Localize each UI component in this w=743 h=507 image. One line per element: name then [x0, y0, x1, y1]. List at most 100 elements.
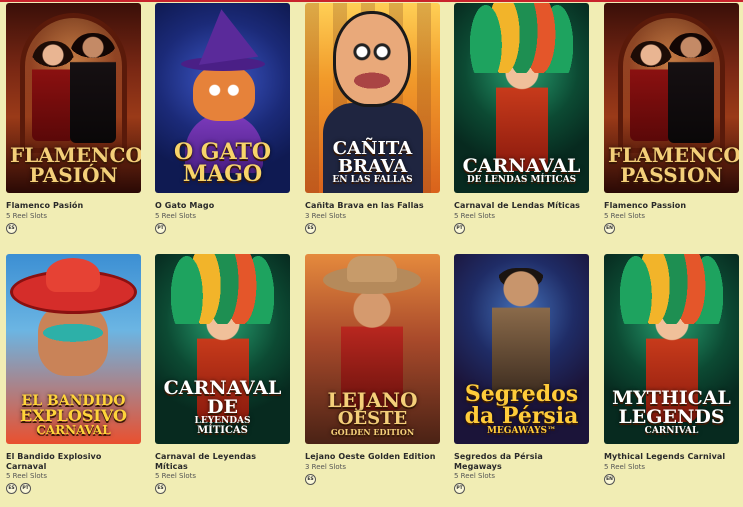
game-type: 5 Reel Slots [604, 462, 646, 471]
game-logo-line: DE LENDAS MÍTICAS [466, 175, 577, 185]
game-title[interactable]: Mythical Legends Carnival [604, 452, 739, 462]
game-logo-line: O GATO [173, 139, 271, 165]
game-logo-line: GOLDEN EDITION [330, 427, 415, 437]
game-thumbnail[interactable]: MYTHICAL LEGENDS CARNIVAL [604, 254, 739, 444]
language-badge: PT [20, 483, 31, 494]
game-logo-line: Segredos [464, 381, 579, 407]
game-card[interactable]: O GATO MAGO O Gato Mago 5 Reel Slots PT [155, 3, 290, 234]
game-card[interactable]: MYTHICAL LEGENDS CARNIVAL Mythical Legends… [604, 254, 739, 485]
game-thumbnail[interactable]: FLAMENCO PASIÓN [6, 3, 141, 193]
game-title[interactable]: Flamenco Passion [604, 201, 739, 211]
game-type: 3 Reel Slots [305, 211, 347, 220]
game-logo-line: FLAMENCO [608, 143, 739, 167]
game-logo-line: da Pérsia [464, 403, 579, 429]
game-type: 5 Reel Slots [6, 211, 48, 220]
game-meta: Carnaval de Leyendas Míticas 5 Reel Slots… [155, 444, 290, 494]
game-thumbnail[interactable]: Segredos da Pérsia MEGAWAYS™ [454, 254, 589, 444]
game-logo: FLAMENCO PASSION [608, 143, 739, 187]
game-meta: Flamenco Passion 5 Reel Slots EN [604, 193, 739, 234]
game-type: 5 Reel Slots [6, 472, 48, 480]
game-card[interactable]: EL BANDIDO EXPLOSIVO CARNAVAL El Bandido Ex… [6, 254, 141, 494]
game-type: 5 Reel Slots [155, 472, 197, 480]
game-meta: Flamenco Pasión 5 Reel Slots ES [6, 193, 141, 234]
language-badges: PT [454, 222, 589, 234]
game-logo-line: CARNIVAL [644, 426, 699, 436]
language-badge: PT [454, 222, 465, 234]
game-logo: MYTHICAL LEGENDS CARNIVAL [608, 389, 735, 436]
game-type: 5 Reel Slots [454, 211, 496, 220]
language-badge: EN [604, 473, 615, 485]
game-meta: O Gato Mago 5 Reel Slots PT [155, 193, 290, 234]
game-thumbnail[interactable]: CARNAVAL DE LENDAS MÍTICAS [454, 3, 589, 193]
language-badges: ES [305, 222, 440, 234]
game-title[interactable]: Lejano Oeste Golden Edition [305, 452, 440, 462]
language-badges: PT [454, 483, 589, 494]
game-meta: Cañita Brava en las Fallas 3 Reel Slots ES [305, 193, 440, 234]
language-badges: EN [604, 222, 739, 234]
language-badge: ES [305, 222, 316, 234]
game-type: 5 Reel Slots [155, 211, 197, 220]
game-logo-line: MAGO [182, 161, 263, 187]
game-meta: El Bandido Explosivo Carnaval 5 Reel Slot… [6, 444, 141, 494]
top-accent-line [0, 0, 743, 2]
language-badge: PT [454, 483, 465, 494]
language-badge: EN [604, 222, 615, 234]
game-logo: O GATO MAGO [159, 141, 286, 185]
game-meta: Mythical Legends Carnival 5 Reel Slots EN [604, 444, 739, 485]
game-thumbnail[interactable]: LEJANO OESTE GOLDEN EDITION [305, 254, 440, 444]
game-thumbnail[interactable]: CAÑITA BRAVA EN LAS FALLAS [305, 3, 440, 193]
game-logo: CARNAVAL DE LENDAS MÍTICAS [458, 157, 585, 185]
game-logo: EL BANDIDO EXPLOSIVO CARNAVAL [10, 394, 137, 436]
game-title[interactable]: El Bandido Explosivo Carnaval [6, 452, 141, 471]
game-logo-line: OESTE [337, 408, 408, 429]
language-badge: ES [6, 222, 17, 234]
language-badges: ES [6, 222, 141, 234]
game-type: 3 Reel Slots [305, 462, 347, 471]
game-type: 5 Reel Slots [604, 211, 646, 220]
language-badges: ES [155, 483, 290, 494]
game-logo-line: BRAVA [337, 156, 408, 177]
game-logo-line: LEJANO [327, 388, 418, 412]
language-badges: EN [604, 473, 739, 485]
game-logo: CARNAVAL DE LEYENDAS MÍTICAS [159, 379, 286, 436]
game-title[interactable]: Cañita Brava en las Fallas [305, 201, 440, 211]
language-badges: ES [305, 473, 440, 485]
game-title[interactable]: Segredos da Pérsia Megaways [454, 452, 589, 471]
game-title[interactable]: O Gato Mago [155, 201, 290, 211]
game-logo-line: PASSION [620, 163, 723, 187]
game-logo-line: EXPLOSIVO [20, 406, 127, 425]
game-card[interactable]: FLAMENCO PASIÓN Flamenco Pasión 5 Reel Slot… [6, 3, 141, 234]
game-logo: FLAMENCO PASIÓN [10, 143, 141, 187]
game-card[interactable]: CARNAVAL DE LEYENDAS MÍTICAS Carnaval de Le… [155, 254, 290, 494]
game-meta: Carnaval de Lendas Míticas 5 Reel Slots PT [454, 193, 589, 234]
game-thumbnail[interactable]: CARNAVAL DE LEYENDAS MÍTICAS [155, 254, 290, 444]
game-logo: Segredos da Pérsia MEGAWAYS™ [458, 383, 585, 436]
game-type: 5 Reel Slots [454, 472, 496, 480]
game-meta: Lejano Oeste Golden Edition 3 Reel Slots E… [305, 444, 440, 485]
game-thumbnail[interactable]: FLAMENCO PASSION [604, 3, 739, 193]
language-badge: ES [6, 483, 17, 494]
game-card[interactable]: CARNAVAL DE LENDAS MÍTICAS Carnaval de Len… [454, 3, 589, 234]
game-card[interactable]: FLAMENCO PASSION Flamenco Passion 5 Reel Sl… [604, 3, 739, 234]
language-badges: PT [155, 222, 290, 234]
game-card[interactable]: CAÑITA BRAVA EN LAS FALLAS Cañita Brava en … [305, 3, 440, 234]
language-badge: ES [305, 473, 316, 485]
game-title[interactable]: Flamenco Pasión [6, 201, 141, 211]
game-thumbnail[interactable]: O GATO MAGO [155, 3, 290, 193]
game-logo: CAÑITA BRAVA EN LAS FALLAS [309, 140, 436, 185]
game-card[interactable]: Segredos da Pérsia MEGAWAYS™ Segredos da Pé… [454, 254, 589, 494]
game-logo-line: MYTHICAL LEGENDS [612, 387, 731, 428]
game-thumbnail[interactable]: EL BANDIDO EXPLOSIVO CARNAVAL [6, 254, 141, 444]
language-badge: PT [155, 222, 166, 234]
game-title[interactable]: Carnaval de Lendas Míticas [454, 201, 589, 211]
game-logo-line: CARNAVAL [36, 423, 111, 437]
game-meta: Segredos da Pérsia Megaways 5 Reel Slots P… [454, 444, 589, 494]
game-title[interactable]: Carnaval de Leyendas Míticas [155, 452, 290, 471]
language-badges: ES PT [6, 483, 141, 494]
game-logo-line: MÍTICAS [197, 425, 248, 436]
game-logo-line: PASIÓN [29, 163, 118, 187]
game-card[interactable]: LEJANO OESTE GOLDEN EDITION Lejano Oeste Go… [305, 254, 440, 485]
game-logo-line: FLAMENCO [10, 143, 141, 167]
game-logo-line: CARNAVAL [462, 155, 581, 177]
game-logo-line: CARNAVAL DE [163, 377, 282, 418]
